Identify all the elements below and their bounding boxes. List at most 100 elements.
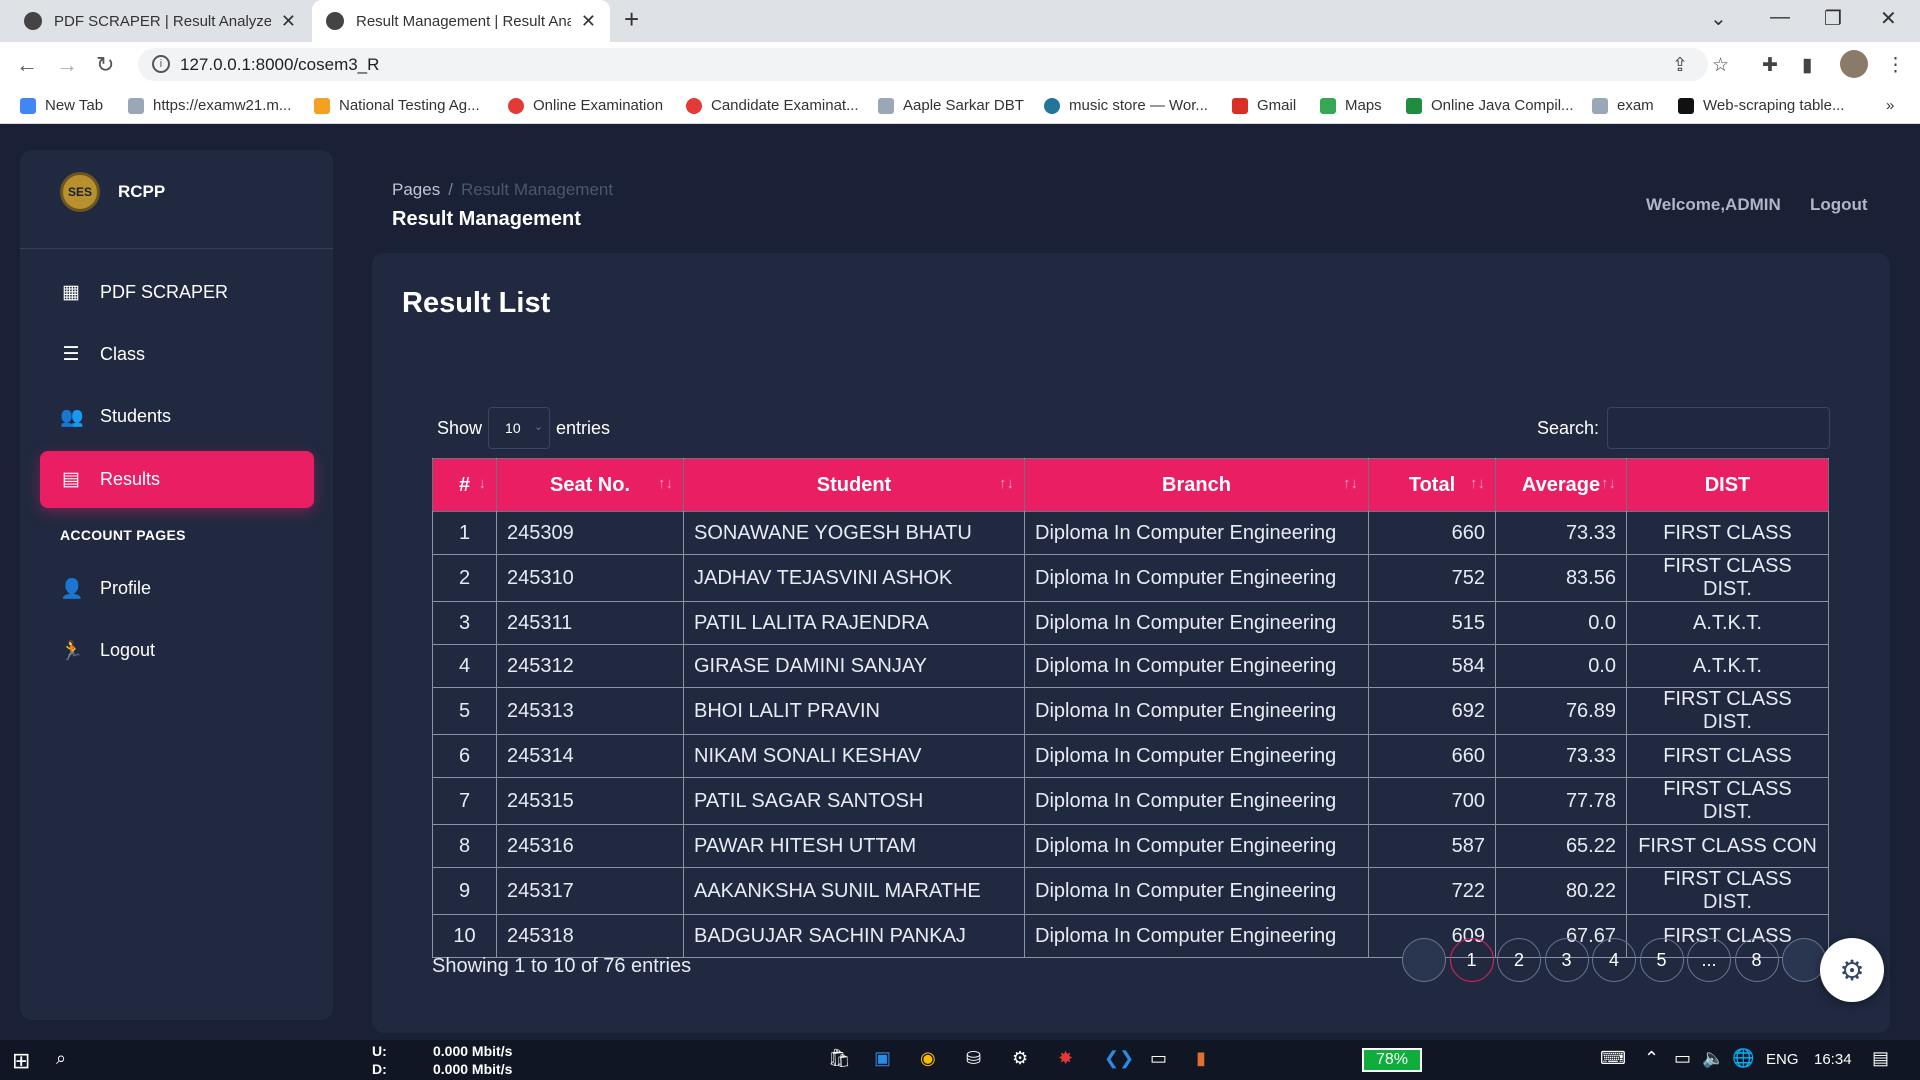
volume-icon[interactable]: 🔈 [1702, 1048, 1724, 1069]
settings-icon[interactable]: ⚙ [1012, 1048, 1028, 1069]
cell-branch: Diploma In Computer Engineering [1024, 824, 1369, 868]
extensions-icon[interactable]: ✚ [1762, 54, 1778, 77]
star-icon[interactable]: ☆ [1712, 54, 1729, 77]
minimize-icon[interactable]: — [1770, 6, 1790, 29]
app-icon[interactable]: ✸ [1058, 1048, 1073, 1069]
sidebar-item-pdf-scraper[interactable]: ▦ PDF SCRAPER [40, 264, 314, 321]
table-row: 9 245317 AAKANKSHA SUNIL MARATHE Diploma In… [432, 867, 1829, 915]
app-icon[interactable]: ▮ [1196, 1048, 1206, 1069]
notifications-icon[interactable]: ▤ [1872, 1048, 1889, 1069]
close-window-icon[interactable]: ✕ [1880, 6, 1897, 31]
column-header-seat-no[interactable]: Seat No. ↑↓ [496, 458, 684, 512]
column-header-average[interactable]: Average ↑↓ [1495, 458, 1627, 512]
bookmark-item[interactable]: Candidate Examinat... [686, 97, 859, 114]
browser-tab[interactable]: PDF SCRAPER | Result Analyzer S ✕ [10, 0, 310, 42]
column-header-branch[interactable]: Branch ↑↓ [1024, 458, 1369, 512]
share-icon[interactable]: ⇪ [1672, 54, 1688, 77]
logout-link[interactable]: Logout [1810, 195, 1868, 215]
profile-avatar[interactable] [1840, 50, 1868, 78]
breadcrumb-root[interactable]: Pages [392, 180, 440, 199]
settings-gear-button[interactable]: ⚙ [1820, 938, 1884, 1002]
bookmark-item[interactable]: Online Examination [508, 97, 663, 114]
bookmark-icon [1678, 97, 1694, 114]
url-input[interactable]: i 127.0.0.1:8000/cosem3_R [138, 48, 1708, 81]
bookmark-item[interactable]: Online Java Compil... [1406, 97, 1574, 114]
vscode-icon[interactable]: ❮❯ [1104, 1048, 1134, 1069]
bookmark-item[interactable]: National Testing Ag... [314, 97, 480, 114]
brand[interactable]: SES RCPP [60, 172, 165, 212]
cell-total: 700 [1368, 777, 1496, 825]
menu-icon[interactable]: ⋮ [1886, 54, 1905, 77]
column-header-number[interactable]: # ↓ [432, 458, 497, 512]
site-info-icon[interactable]: i [152, 55, 170, 73]
close-tab-icon[interactable]: ✕ [581, 11, 596, 32]
pagination-previous[interactable] [1402, 938, 1446, 982]
cell-student-name: PATIL SAGAR SANTOSH [683, 777, 1025, 825]
battery-indicator[interactable]: 78% [1362, 1048, 1422, 1072]
language-indicator[interactable]: ENG [1766, 1051, 1799, 1068]
table-row: 5 245313 BHOI LALIT PRAVIN Diploma In Compu… [432, 687, 1829, 735]
sidebar-item-students[interactable]: 👥 Students [40, 388, 314, 445]
close-tab-icon[interactable]: ✕ [281, 11, 296, 32]
show-label: Show [437, 417, 483, 438]
cell-branch: Diploma In Computer Engineering [1024, 777, 1369, 825]
new-tab-icon[interactable]: + [624, 4, 639, 35]
bookmark-item[interactable]: Maps [1320, 97, 1382, 114]
pagination-page-5[interactable]: 5 [1639, 938, 1684, 982]
app-l-icon[interactable]: ▣ [874, 1048, 891, 1069]
tab-search-icon[interactable]: ⌄ [1710, 6, 1727, 31]
bookmarks-more-icon[interactable]: » [1886, 97, 1894, 114]
maximize-icon[interactable]: ❐ [1824, 6, 1842, 31]
globe-icon[interactable]: 🌐 [1732, 1048, 1754, 1069]
entries-select[interactable]: 10 ⌄ [488, 407, 551, 449]
windows-start-icon[interactable]: ⊞ [12, 1048, 30, 1074]
column-header-dist[interactable]: DIST [1626, 458, 1829, 512]
cell-row-number: 8 [432, 824, 497, 868]
sidebar-item-class[interactable]: ☰ Class [40, 326, 314, 383]
bookmark-item[interactable]: New Tab [20, 97, 103, 114]
app-icon[interactable]: ⛁ [966, 1048, 981, 1069]
sidebar-item-profile[interactable]: 👤 Profile [40, 560, 314, 617]
browser-tab-active[interactable]: Result Management | Result Anal ✕ [312, 0, 610, 42]
pagination-page-1[interactable]: 1 [1449, 938, 1494, 982]
forward-icon[interactable]: → [56, 52, 78, 78]
sidebar-item-label: Students [100, 406, 172, 426]
bookmark-item[interactable]: Gmail [1232, 97, 1296, 114]
pagination-page-4[interactable]: 4 [1592, 938, 1636, 982]
bookmark-icon [686, 97, 702, 114]
column-header-total[interactable]: Total ↑↓ [1368, 458, 1496, 512]
back-icon[interactable]: ← [16, 52, 38, 78]
reload-icon[interactable]: ↻ [96, 52, 114, 78]
person-icon: 👤 [60, 578, 84, 600]
bookmark-item[interactable]: music store — Wor... [1044, 97, 1208, 114]
pagination-page-8[interactable]: 8 [1734, 938, 1779, 982]
cell-average: 73.33 [1495, 734, 1627, 778]
pagination-page-3[interactable]: 3 [1544, 938, 1589, 982]
keyboard-icon[interactable]: ⌨ [1600, 1048, 1626, 1069]
side-panel-icon[interactable]: ▮ [1802, 54, 1812, 77]
result-list-card: Result List Show 10 ⌄ entries Search: # ↓… [372, 253, 1890, 1033]
cell-dist: FIRST CLASS DIST. [1626, 777, 1829, 825]
sidebar-item-logout[interactable]: 🏃 Logout [40, 622, 314, 679]
bookmark-item[interactable]: exam [1592, 97, 1654, 114]
chrome-icon[interactable]: ◉ [920, 1048, 936, 1069]
cell-total: 752 [1368, 554, 1496, 602]
battery-icon[interactable]: ▭ [1674, 1048, 1691, 1069]
bookmark-item[interactable]: Web-scraping table... [1678, 97, 1844, 114]
clock[interactable]: 16:34 [1814, 1051, 1852, 1068]
sidebar-item-results[interactable]: ▤ Results [40, 451, 314, 508]
bookmark-item[interactable]: https://examw21.m... [128, 97, 291, 114]
pagination-page-2[interactable]: 2 [1497, 938, 1541, 982]
column-header-student[interactable]: Student ↑↓ [683, 458, 1025, 512]
store-icon[interactable]: 🛍 [828, 1048, 851, 1069]
terminal-icon[interactable]: ▭ [1150, 1048, 1167, 1069]
tab-title: PDF SCRAPER | Result Analyzer S [54, 12, 271, 30]
bookmark-item[interactable]: Aaple Sarkar DBT [878, 97, 1024, 114]
search-icon[interactable]: ⌕ [56, 1048, 66, 1069]
table-row: 6 245314 NIKAM SONALI KESHAV Diploma In Com… [432, 734, 1829, 778]
pagination-next[interactable] [1782, 938, 1826, 982]
cell-branch: Diploma In Computer Engineering [1024, 734, 1369, 778]
search-input[interactable] [1607, 407, 1831, 449]
chevron-down-icon: ⌄ [533, 421, 544, 433]
chevron-up-icon[interactable]: ⌃ [1644, 1048, 1659, 1069]
